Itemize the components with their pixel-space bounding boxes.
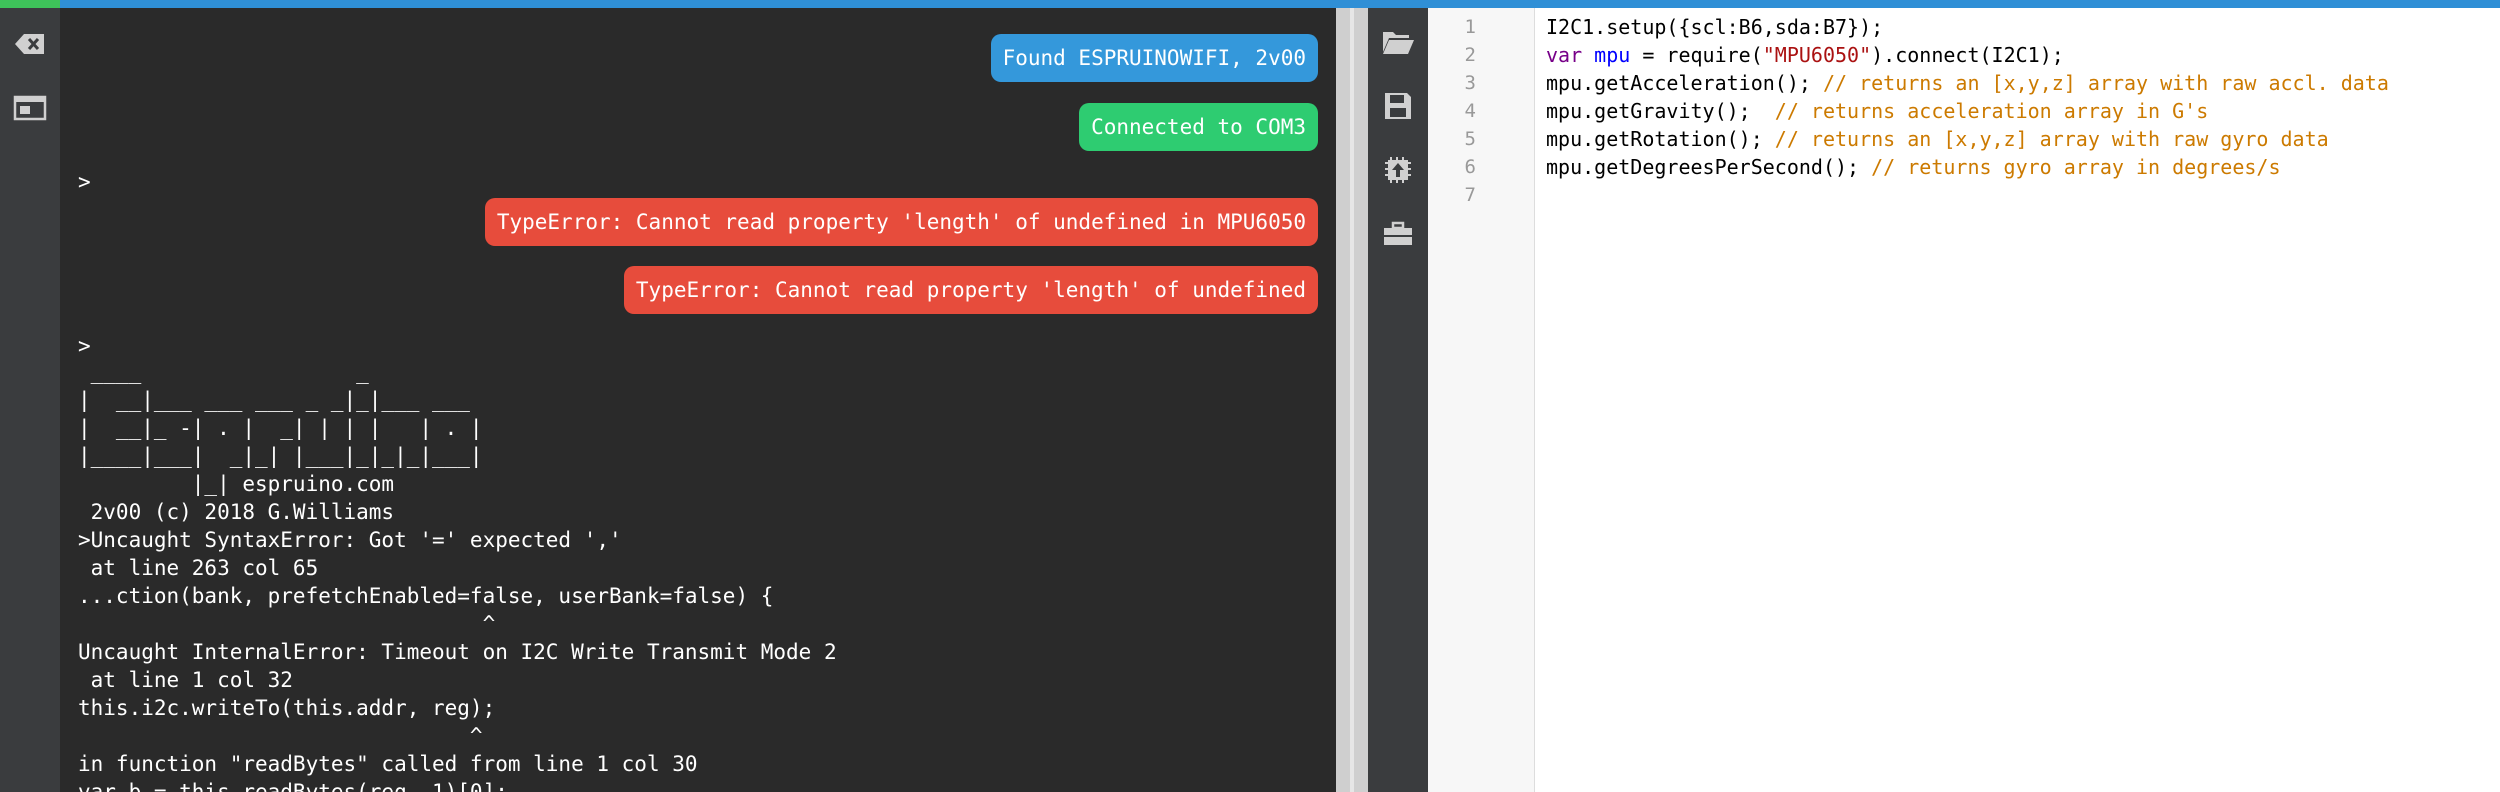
- clear-terminal-icon[interactable]: [10, 24, 50, 64]
- terminal-line: | __|___ ___ ___ _ _|_|___ ___: [78, 388, 470, 412]
- terminal-toolbar: [0, 8, 60, 792]
- send-to-device-icon[interactable]: [1378, 150, 1418, 190]
- line-number: 6: [1464, 156, 1476, 178]
- code-token-plain: ).connect(I2C1);: [1871, 43, 2064, 67]
- code-line[interactable]: mpu.getDegreesPerSecond(); // returns gy…: [1546, 153, 2281, 181]
- line-number: 4: [1464, 100, 1476, 122]
- line-number: 3: [1464, 72, 1476, 94]
- code-token-plain: mpu.getRotation();: [1546, 127, 1775, 151]
- terminal-line: | __|_ -| . | _| | | | | . |: [78, 416, 483, 440]
- terminal-line: >Uncaught SyntaxError: Got '=' expected …: [78, 528, 622, 552]
- terminal-line: var b = this.readBytes(reg, 1)[0];: [78, 780, 508, 792]
- terminal-line: Uncaught InternalError: Timeout on I2C W…: [78, 640, 837, 664]
- terminal-line: |____|___| _|_| |___|_|_|_|___|: [78, 444, 483, 468]
- terminal-line: at line 263 col 65: [78, 556, 319, 580]
- notification-connected: Connected to COM3: [1079, 103, 1318, 151]
- open-folder-icon[interactable]: [1378, 22, 1418, 62]
- terminal-line: ^: [78, 724, 483, 748]
- terminal-line: 2v00 (c) 2018 G.Williams: [78, 500, 395, 524]
- code-token-plain: = require(: [1630, 43, 1763, 67]
- line-number: 1: [1464, 16, 1476, 38]
- terminal-line: this.i2c.writeTo(this.addr, reg);: [78, 696, 496, 720]
- notification-error: TypeError: Cannot read property 'length'…: [623, 266, 1318, 314]
- line-number: 5: [1464, 128, 1476, 150]
- terminal-panel[interactable]: Found ESPRUINOWIFI, 2v00 Connected to CO…: [60, 8, 1336, 792]
- terminal-line: ^: [78, 612, 496, 636]
- code-line[interactable]: mpu.getRotation(); // returns an [x,y,z]…: [1546, 125, 2329, 153]
- terminal-line: in function "readBytes" called from line…: [78, 752, 698, 776]
- toolbox-icon[interactable]: [1378, 214, 1418, 254]
- code-line[interactable]: mpu.getGravity(); // returns acceleratio…: [1546, 97, 2208, 125]
- code-line[interactable]: mpu.getAcceleration(); // returns an [x,…: [1546, 69, 2389, 97]
- code-token-comment: // returns an [x,y,z] array with raw acc…: [1822, 71, 2389, 95]
- save-icon[interactable]: [1378, 86, 1418, 126]
- splitter-handle[interactable]: [1336, 8, 1350, 792]
- code-token-plain: mpu.getAcceleration();: [1546, 71, 1823, 95]
- terminal-prompt: >: [78, 334, 91, 358]
- screen-layout-icon[interactable]: [10, 88, 50, 128]
- connection-indicator: [0, 0, 60, 8]
- code-token-string: "MPU6050": [1762, 43, 1872, 67]
- code-token-plain: I2C1.setup({scl:B6,sda:B7});: [1546, 15, 1884, 39]
- editor-toolbar: [1368, 8, 1428, 792]
- notification-error-mpu6050: TypeError: Cannot read property 'length'…: [484, 198, 1318, 246]
- splitter-handle[interactable]: [1354, 8, 1368, 792]
- terminal-line: ...ction(bank, prefetchEnabled=false, us…: [78, 584, 774, 608]
- line-number: 2: [1464, 44, 1476, 66]
- pane-splitter[interactable]: [1336, 8, 1368, 792]
- code-line[interactable]: I2C1.setup({scl:B6,sda:B7});: [1546, 13, 1883, 41]
- line-number: 7: [1464, 184, 1476, 206]
- code-token-comment: // returns acceleration array in G's: [1774, 99, 2209, 123]
- code-token-plain: mpu.getGravity();: [1546, 99, 1775, 123]
- code-token-variable: mpu: [1594, 43, 1631, 67]
- notification-found-device: Found ESPRUINOWIFI, 2v00: [990, 34, 1318, 82]
- terminal-prompt: >: [78, 170, 91, 194]
- terminal-line: at line 1 col 32: [78, 668, 293, 692]
- code-line[interactable]: var mpu = require("MPU6050").connect(I2C…: [1546, 41, 2064, 69]
- code-editor[interactable]: 1 2 3 4 5 6 7 I2C1.setup({scl:B6,sda:B7}); var …: [1428, 8, 2500, 792]
- top-status-bar: [0, 0, 2500, 8]
- terminal-line: |_| espruino.com: [78, 472, 395, 496]
- line-number-gutter: 1 2 3 4 5 6 7: [1428, 8, 1535, 792]
- code-token-keyword: var: [1546, 43, 1583, 67]
- terminal-line: ____ _: [78, 360, 369, 384]
- code-token-plain: mpu.getDegreesPerSecond();: [1546, 155, 1872, 179]
- code-token-comment: // returns gyro array in degrees/s: [1871, 155, 2281, 179]
- code-token-comment: // returns an [x,y,z] array with raw gyr…: [1774, 127, 2329, 151]
